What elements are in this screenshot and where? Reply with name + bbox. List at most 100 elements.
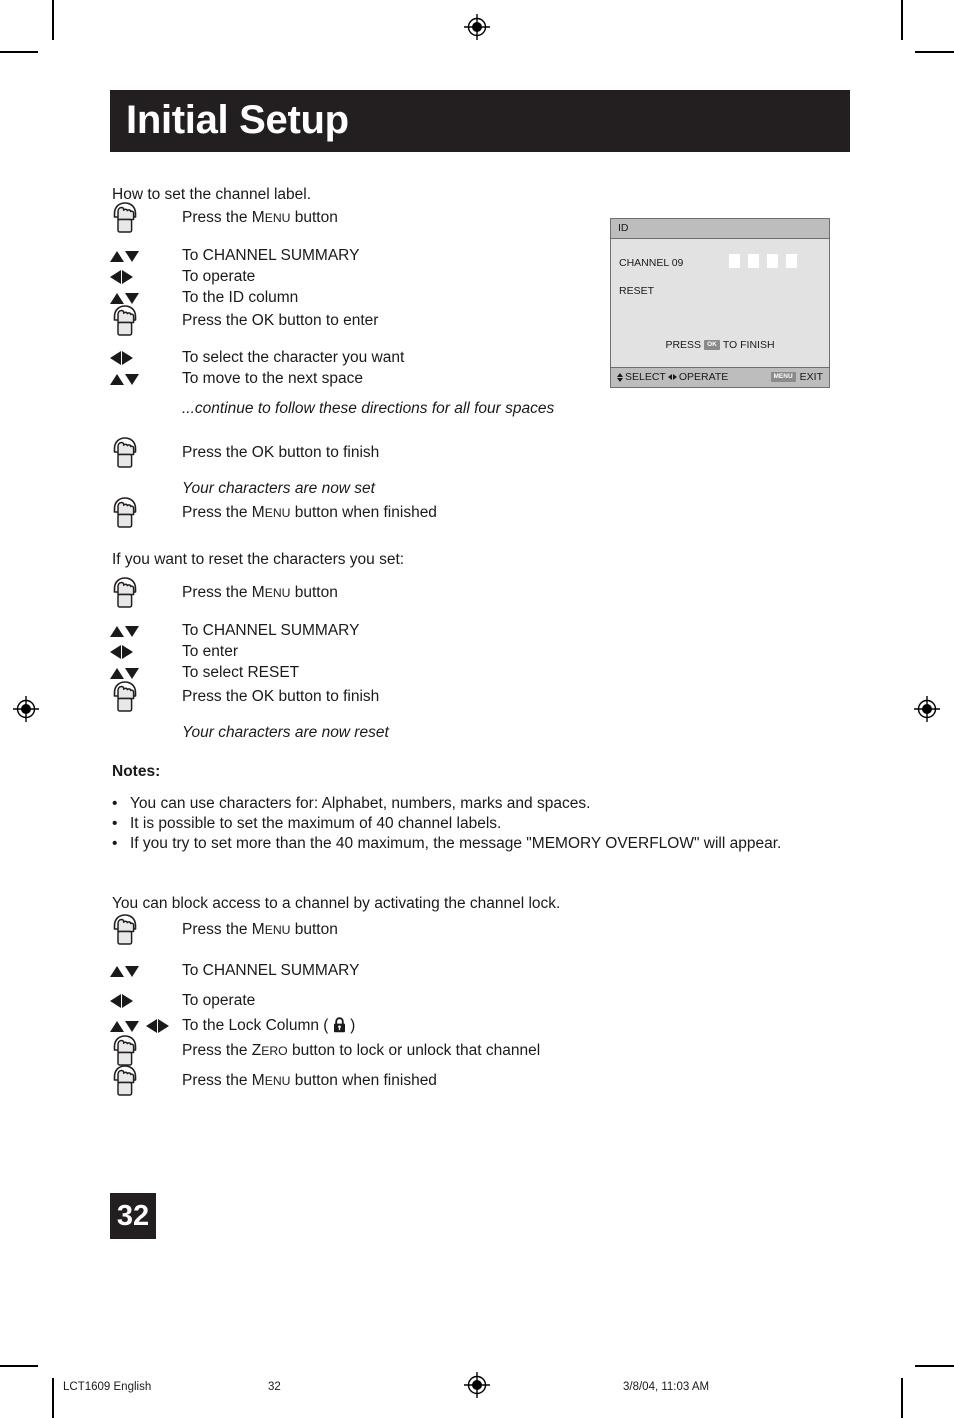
reset-section-intro: If you want to reset the characters you … — [112, 551, 405, 568]
cue-hand — [110, 1035, 182, 1066]
step-row: To enter — [110, 641, 850, 663]
step-text-pre: Press the — [182, 1042, 252, 1059]
page-content: Initial Setup How to set the channel lab… — [63, 0, 850, 1418]
page-title: Initial Setup — [126, 98, 349, 143]
registration-mark-left — [13, 696, 39, 722]
cue-leftright — [110, 266, 182, 288]
left-right-arrows-icon — [110, 351, 133, 365]
triangle-left-icon — [110, 351, 121, 365]
triangle-down-icon — [125, 965, 139, 977]
osd-reset-row[interactable]: RESET — [619, 285, 654, 297]
triangle-down-icon — [125, 292, 139, 304]
hand-press-icon — [113, 1035, 137, 1066]
triangle-up-icon — [110, 1020, 124, 1032]
page-number-chip: 32 — [110, 1193, 156, 1239]
triangle-up-icon — [110, 625, 124, 637]
crop-mark-bottom-left-vertical — [52, 1378, 54, 1418]
step-text-post: button to lock or unlock that channel — [287, 1042, 541, 1059]
crop-mark-top-right-horizontal — [915, 51, 954, 53]
triangle-right-icon — [158, 1019, 169, 1033]
step-text-pre: To the Lock Column ( — [182, 1017, 333, 1034]
triangle-left-icon — [110, 645, 121, 659]
zero-keyword: ZERO — [252, 1042, 288, 1059]
step-text: To enter — [182, 643, 239, 660]
step-text: To the Lock Column ( ) — [182, 1015, 355, 1036]
step-text: To operate — [182, 992, 256, 1009]
up-down-arrows-mini-icon — [617, 372, 623, 382]
crop-mark-top-left-horizontal — [0, 51, 38, 53]
step-text: Press the OK button to enter — [182, 312, 379, 329]
triangle-right-icon — [672, 374, 677, 380]
footer-page: 32 — [268, 1381, 281, 1393]
up-down-arrows-icon — [110, 292, 139, 304]
triangle-down-icon — [125, 667, 139, 679]
triangle-up-icon — [110, 373, 124, 385]
osd-channel-label: CHANNEL 09 — [619, 257, 684, 269]
lock-icon — [333, 1017, 345, 1033]
triangle-up-icon — [110, 250, 124, 262]
up-down-arrows-icon — [110, 965, 139, 977]
lock-section-intro: You can block access to a channel by act… — [112, 895, 561, 912]
step-text: Press the MENU button — [182, 207, 338, 228]
osd-footer-operate: OPERATE — [678, 371, 729, 383]
note-text: If you try to set more than the 40 maxim… — [130, 835, 782, 852]
osd-character-box[interactable] — [786, 254, 797, 268]
hand-press-icon — [113, 681, 137, 712]
triangle-up-icon — [110, 292, 124, 304]
note-text: You can use characters for: Alphabet, nu… — [130, 795, 591, 812]
left-right-arrows-icon — [110, 645, 133, 659]
step-text-post: button — [290, 584, 338, 601]
step-text: Press the MENU button when finished — [182, 1070, 437, 1091]
page-title-banner: Initial Setup — [110, 90, 850, 152]
osd-press-post: TO FINISH — [722, 339, 775, 351]
menu-keyword: MENU — [252, 921, 291, 938]
hand-press-icon — [113, 1065, 137, 1096]
hand-press-icon — [113, 497, 137, 528]
triangle-right-icon — [122, 351, 133, 365]
menu-keyword-rest: ENU — [264, 211, 291, 225]
step-row: Press the OK button to finish — [110, 437, 850, 468]
cue-updown — [110, 620, 182, 642]
triangle-down-icon — [125, 250, 139, 262]
ok-key-badge: OK — [704, 339, 720, 351]
menu-keyword: MENU — [252, 584, 291, 601]
step-row: Press the OK button to finish — [110, 681, 850, 712]
up-down-arrows-icon — [110, 373, 139, 385]
step-text: Press the MENU button when finished — [182, 502, 437, 523]
step-row: Press the MENU button — [110, 914, 850, 945]
cue-hand — [110, 681, 182, 712]
step-row: To CHANNEL SUMMARY — [110, 960, 850, 982]
step-row: Press the ZERO button to lock or unlock … — [110, 1035, 850, 1066]
step-row: To CHANNEL SUMMARY — [110, 620, 850, 642]
step-text: Press the MENU button — [182, 582, 338, 603]
triangle-right-icon — [122, 270, 133, 284]
triangle-up-icon — [110, 667, 124, 679]
step-text-pre: Press the — [182, 921, 252, 938]
triangle-right-icon — [122, 645, 133, 659]
triangle-down-icon — [617, 377, 623, 382]
step-text-pre: Press the — [182, 584, 252, 601]
step-row: To the Lock Column ( ) — [110, 1015, 850, 1037]
step-text: Press the ZERO button to lock or unlock … — [182, 1040, 540, 1061]
hand-press-icon — [113, 202, 137, 233]
triangle-up-icon — [617, 372, 623, 377]
step-text: Press the OK button to finish — [182, 444, 380, 461]
step-row: To operate — [110, 990, 850, 1012]
osd-character-box[interactable] — [729, 254, 740, 268]
osd-character-box[interactable] — [767, 254, 778, 268]
osd-press-pre: PRESS — [665, 339, 702, 351]
cue-hand — [110, 497, 182, 528]
step-text-post: button when finished — [290, 1072, 437, 1089]
step-text-pre: Press the — [182, 209, 252, 226]
osd-character-boxes[interactable] — [729, 254, 797, 268]
cue-leftright — [110, 990, 182, 1012]
menu-keyword-first: M — [251, 504, 265, 521]
intro-line: How to set the channel label. — [112, 186, 312, 203]
step-text-post: ) — [345, 1017, 356, 1034]
triangle-left-icon — [667, 374, 672, 380]
osd-footer-select: SELECT — [625, 371, 666, 383]
menu-keyword-rest: ENU — [264, 506, 291, 520]
osd-channel-row[interactable]: CHANNEL 09 — [619, 257, 683, 269]
hand-press-icon — [113, 914, 137, 945]
osd-character-box[interactable] — [748, 254, 759, 268]
